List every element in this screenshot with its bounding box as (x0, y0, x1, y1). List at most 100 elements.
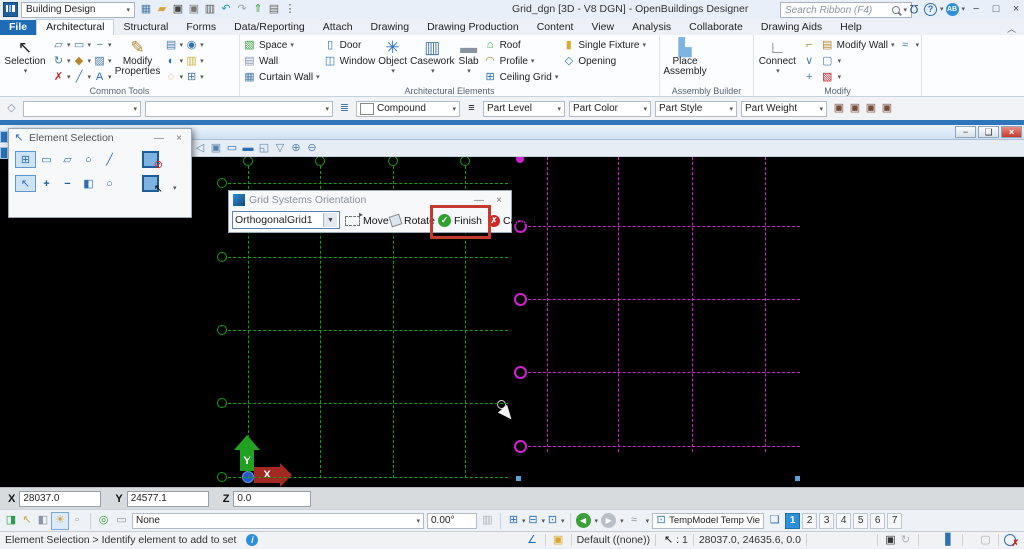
maximize-window-icon[interactable]: □ (987, 2, 1005, 17)
view-toggle-7[interactable]: 7 (887, 513, 902, 529)
grid-line-vertical[interactable] (618, 157, 619, 452)
minimize-icon[interactable]: — (151, 132, 167, 145)
view-close-icon[interactable]: × (1001, 126, 1022, 138)
wall-button[interactable]: Wall (242, 53, 320, 69)
view-toggle-3[interactable]: 3 (819, 513, 834, 529)
rotate-button[interactable]: ▾ (51, 53, 71, 69)
line-weight-icon[interactable] (464, 101, 479, 116)
tab-structural[interactable]: Structural (114, 20, 177, 35)
grid-bubble[interactable] (217, 398, 227, 408)
profile-button[interactable]: Profile▾ (483, 53, 559, 69)
details-button[interactable]: ▾ (184, 53, 204, 69)
overflow-icon[interactable] (282, 2, 298, 18)
tab-attach[interactable]: Attach (314, 20, 362, 35)
grid-line-horizontal[interactable] (528, 299, 800, 300)
window-area-icon[interactable] (256, 141, 272, 155)
display-rules-button[interactable]: ▾ (184, 37, 204, 53)
grid-bubble[interactable] (514, 366, 527, 379)
trim-button[interactable]: ▾ (92, 37, 112, 53)
active-level-status[interactable]: Default ((none)) (577, 534, 651, 546)
break-element-button[interactable]: ▾ (72, 69, 92, 85)
import-icon[interactable] (202, 2, 218, 18)
close-icon[interactable]: × (491, 194, 507, 207)
grid-bubble[interactable] (315, 157, 325, 166)
selection-scope-dropdown[interactable]: None ▾ (132, 513, 424, 529)
lock-weight-icon[interactable] (879, 101, 895, 117)
search-button[interactable]: ▾ (164, 69, 184, 85)
accusnap-toggle-icon[interactable] (19, 513, 35, 529)
x-coordinate-input[interactable]: 28037.0 (19, 491, 101, 507)
grid-name-dropdown[interactable]: OrthogonalGrid1 ▼ (232, 211, 340, 229)
help-icon[interactable]: ? (924, 3, 937, 16)
grid-lock-icon[interactable] (480, 513, 495, 528)
active-level-dropdown[interactable]: Compound ▾ (356, 101, 460, 117)
sync-icon[interactable] (898, 533, 913, 548)
match-properties-button[interactable]: ▾ (164, 53, 184, 69)
search-icon[interactable] (892, 6, 900, 14)
view-group-dropdown[interactable]: TempModel Temp Vie ▾ (652, 513, 764, 529)
grid-bubble[interactable] (217, 325, 227, 335)
close-icon[interactable]: × (171, 132, 187, 145)
copy-button[interactable]: ▾ (51, 37, 71, 53)
opening-button[interactable]: Opening (561, 53, 646, 69)
running-snap-icon[interactable] (525, 533, 540, 548)
grid-bubble[interactable] (217, 472, 227, 482)
selection-mode-subtract[interactable]: − (57, 175, 78, 192)
view-toggle-5[interactable]: 5 (853, 513, 868, 529)
grid-line-horizontal[interactable] (228, 477, 508, 478)
element-selection-titlebar[interactable]: Element Selection — × (9, 129, 191, 147)
selection-mode-new[interactable]: ↖ (15, 175, 36, 192)
template-dropdown[interactable]: ▾ (23, 101, 141, 117)
notifications-bell-icon[interactable]: Ω (906, 1, 922, 17)
element-template-icon[interactable] (4, 101, 19, 116)
print-icon[interactable] (266, 2, 282, 18)
grid-bubble[interactable] (460, 157, 470, 166)
selection-handle[interactable] (516, 476, 521, 481)
pin-icon[interactable] (250, 2, 266, 18)
grid-line-horizontal[interactable] (528, 226, 800, 227)
grid-line-horizontal[interactable] (228, 183, 508, 184)
open-icon[interactable] (154, 2, 170, 18)
view-next-icon[interactable]: ▶ (601, 513, 616, 528)
modify-properties-button[interactable]: Modify Properties (115, 36, 161, 77)
update-view-icon[interactable] (208, 141, 224, 155)
part-level-dropdown[interactable]: Part Level▾ (483, 101, 565, 117)
view-toggle-4[interactable]: 4 (836, 513, 851, 529)
select-block-tool[interactable]: ▭ (36, 151, 57, 168)
grid-bubble[interactable] (217, 252, 227, 262)
view-groups-icon[interactable]: ▾ (506, 513, 526, 529)
selection-mode-invert[interactable]: ◧ (78, 175, 99, 192)
change-attributes-button[interactable]: ▾ (92, 53, 112, 69)
place-text-button[interactable]: ▾ (92, 69, 112, 85)
modify-railing-button[interactable]: ▾ (897, 37, 919, 53)
selection-button[interactable]: Selection▾ (2, 36, 48, 75)
delete-button[interactable]: ▾ (51, 69, 71, 85)
selection-mode-add[interactable]: + (36, 175, 57, 192)
select-shape-tool[interactable]: ▱ (57, 151, 78, 168)
app-icon[interactable] (3, 2, 18, 17)
grid-bubble[interactable] (243, 157, 253, 166)
curtain-wall-button[interactable]: Curtain Wall▾ (242, 69, 320, 85)
view-minimize-icon[interactable]: − (955, 126, 976, 138)
finish-button[interactable]: ✓ Finish (438, 211, 482, 230)
snap-mode-icon[interactable] (35, 513, 51, 529)
cancel-button[interactable]: ✗ Cancel (488, 211, 536, 230)
move-button[interactable]: Move (345, 211, 389, 230)
fence-toggle-icon[interactable] (69, 513, 85, 529)
view-toggle-6[interactable]: 6 (870, 513, 885, 529)
undo-icon[interactable] (218, 2, 234, 18)
avatar[interactable]: AB (946, 3, 959, 16)
tab-drawing[interactable]: Drawing (362, 20, 419, 35)
tab-forms[interactable]: Forms (177, 20, 225, 35)
render-mode-icon[interactable] (272, 141, 288, 155)
y-coordinate-input[interactable]: 24577.1 (127, 491, 209, 507)
view-toggle-1[interactable]: 1 (785, 513, 800, 529)
expand-dialog-icon[interactable]: ▾ (173, 184, 177, 192)
view-previous-icon[interactable]: ◀ (576, 513, 591, 528)
chevron-down-icon[interactable]: ▾ (940, 5, 944, 13)
tab-drawing-production[interactable]: Drawing Production (418, 20, 528, 35)
clear-selection-button[interactable]: ⊘ (142, 151, 159, 168)
z-coordinate-input[interactable]: 0.0 (233, 491, 311, 507)
tab-file[interactable]: File (0, 20, 36, 35)
grid-line-vertical[interactable] (547, 157, 548, 452)
